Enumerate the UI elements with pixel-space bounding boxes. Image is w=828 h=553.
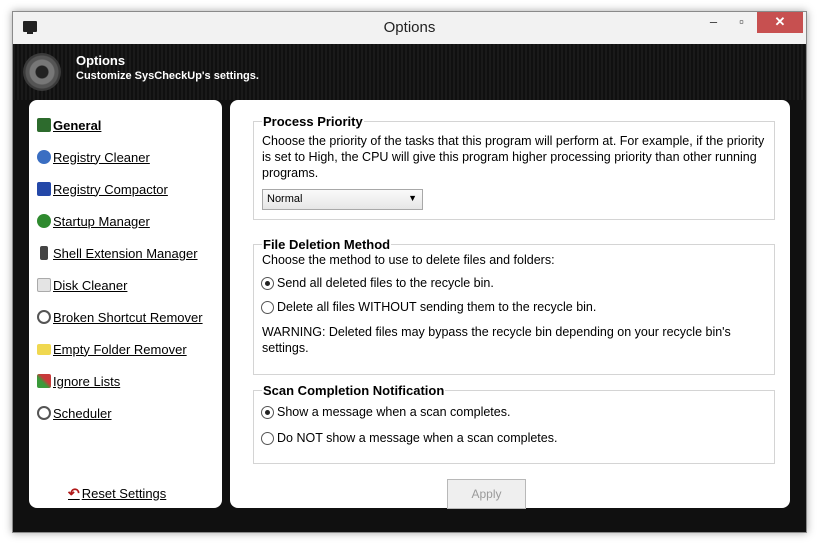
deletion-warning: WARNING: Deleted files may bypass the re… (262, 325, 731, 355)
show-message-option[interactable]: Show a message when a scan completes. (261, 405, 510, 419)
priority-select-value: Normal (267, 193, 303, 205)
file-deletion-legend: File Deletion Method (262, 237, 392, 252)
sidebar-item-label: Ignore Lists (53, 373, 121, 389)
radio-button (261, 431, 274, 445)
priority-select[interactable]: Normal ▼ (262, 189, 423, 210)
monitor-icon (37, 118, 51, 132)
sidebar-item-label: General (53, 117, 102, 133)
chevron-down-icon: ▼ (408, 193, 417, 203)
folder-icon (37, 343, 51, 355)
cube-icon (37, 182, 51, 196)
scan-notification-group: Scan Completion Notification Show a mess… (253, 383, 775, 464)
close-button[interactable]: ✕ (757, 12, 803, 33)
file-deletion-group: File Deletion Method Choose the method t… (253, 237, 775, 375)
title-bar: Options – ▫ ✕ (13, 12, 806, 44)
sidebar-item-registry-cleaner[interactable]: Registry Cleaner (37, 148, 150, 166)
process-priority-legend: Process Priority (262, 114, 364, 129)
sidebar-item-label: Empty Folder Remover (53, 341, 187, 357)
options-window: Options – ▫ ✕ Options Customize SysCheck… (12, 11, 807, 533)
radio-button (261, 276, 274, 290)
sidebar-item-label: Startup Manager (53, 213, 150, 229)
no-message-option[interactable]: Do NOT show a message when a scan comple… (261, 431, 557, 445)
sidebar-item-ignore-lists[interactable]: Ignore Lists (37, 372, 120, 390)
sidebar-item-general[interactable]: General (37, 116, 101, 134)
reset-settings-label: Reset Settings (81, 485, 167, 501)
sidebar-item-label: Broken Shortcut Remover (53, 309, 203, 325)
sidebar-item-label: Registry Compactor (53, 181, 168, 197)
shortcut-icon (37, 310, 51, 324)
permanent-delete-option-label: Delete all files WITHOUT sending them to… (277, 300, 597, 314)
sidebar-item-startup-manager[interactable]: Startup Manager (37, 212, 150, 230)
no-message-option-label: Do NOT show a message when a scan comple… (277, 431, 558, 445)
recycle-bin-option-label: Send all deleted files to the recycle bi… (277, 276, 494, 290)
sidebar-item-label: Scheduler (53, 405, 112, 421)
undo-icon: ↶ (68, 484, 80, 501)
registry-icon (37, 150, 51, 164)
sidebar-item-scheduler[interactable]: Scheduler (37, 404, 112, 422)
clock-icon (37, 406, 51, 420)
sidebar-item-label: Registry Cleaner (53, 149, 150, 165)
maximize-button[interactable]: ▫ (728, 12, 755, 33)
header-banner: Options Customize SysCheckUp's settings. (13, 44, 806, 100)
reset-settings-link[interactable]: ↶ Reset Settings (68, 484, 166, 502)
settings-panel: Process Priority Choose the priority of … (230, 100, 790, 509)
sidebar-item-empty-folder-remover[interactable]: Empty Folder Remover (37, 340, 187, 358)
show-message-option-label: Show a message when a scan completes. (277, 405, 511, 419)
radio-button (261, 300, 274, 314)
sidebar-item-shell-extension-manager[interactable]: Shell Extension Manager (37, 244, 198, 262)
plug-icon (40, 246, 48, 260)
sidebar-item-disk-cleaner[interactable]: Disk Cleaner (37, 276, 127, 294)
permanent-delete-option[interactable]: Delete all files WITHOUT sending them to… (261, 300, 596, 314)
scan-notification-legend: Scan Completion Notification (262, 383, 446, 398)
window-title: Options (383, 19, 436, 36)
header-title: Options (76, 53, 126, 68)
sidebar-item-broken-shortcut-remover[interactable]: Broken Shortcut Remover (37, 308, 203, 326)
header-subtitle: Customize SysCheckUp's settings. (76, 70, 259, 82)
apply-button[interactable]: Apply (447, 479, 526, 509)
process-priority-description: Choose the priority of the tasks that th… (262, 134, 765, 180)
gear-icon (23, 53, 61, 91)
process-priority-group: Process Priority Choose the priority of … (253, 114, 775, 220)
minimize-button[interactable]: – (700, 12, 727, 33)
sidebar-item-label: Disk Cleaner (53, 277, 128, 293)
sidebar-item-registry-compactor[interactable]: Registry Compactor (37, 180, 168, 198)
file-deletion-description: Choose the method to use to delete files… (262, 253, 555, 267)
ignore-icon (37, 374, 51, 388)
radio-button (261, 405, 274, 419)
sidebar-item-label: Shell Extension Manager (53, 245, 198, 261)
recycle-bin-option[interactable]: Send all deleted files to the recycle bi… (261, 276, 494, 290)
disk-icon (37, 278, 51, 292)
startup-icon (37, 214, 51, 228)
sidebar: General Registry Cleaner Registry Compac… (29, 100, 222, 508)
